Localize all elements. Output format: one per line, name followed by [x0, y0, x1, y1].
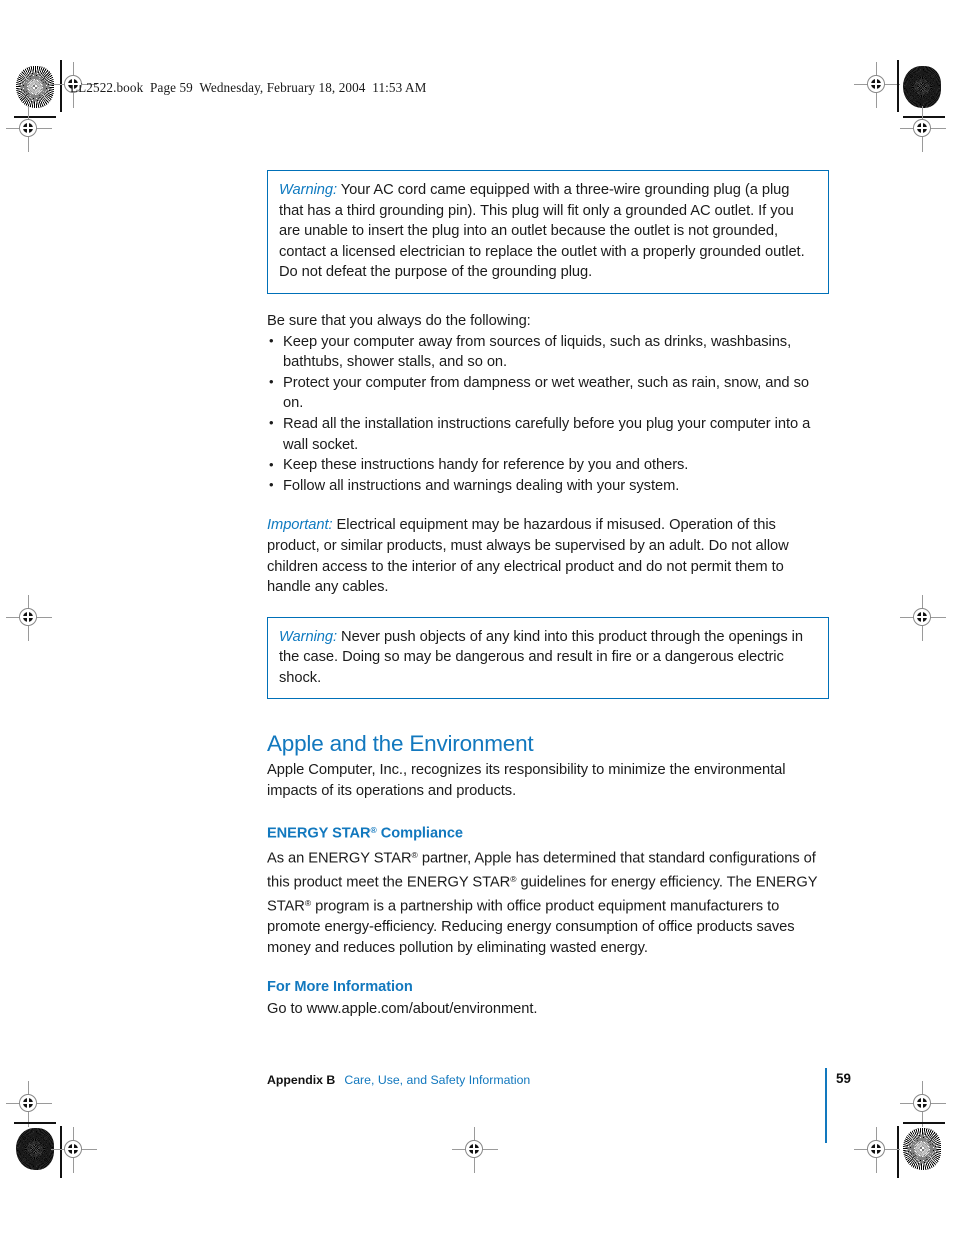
registration-target-bottom-center	[452, 1127, 498, 1173]
footer-divider-rule	[825, 1068, 827, 1143]
safety-bullet-list: Keep your computer away from sources of …	[267, 331, 829, 497]
rosette-mark-top-left	[16, 66, 54, 108]
list-item: Keep these instructions handy for refere…	[267, 455, 829, 476]
running-header: LL2522.book Page 59 Wednesday, February …	[70, 80, 427, 95]
rosette-mark-bottom-left	[16, 1128, 54, 1170]
footer-appendix-label: Appendix B	[267, 1073, 336, 1087]
registration-target-top-right-inner	[854, 62, 900, 108]
list-item: Read all the installation instructions c…	[267, 413, 829, 455]
more-information-heading: For More Information	[267, 978, 413, 995]
energy-star-heading-tail: Compliance	[376, 825, 464, 842]
trim-line-left-lower	[14, 1122, 56, 1124]
warning-label: Warning:	[279, 628, 338, 645]
important-text: Electrical equipment may be hazardous if…	[267, 517, 789, 596]
content-column: Warning: Your AC cord came equipped with…	[267, 170, 829, 1019]
registration-target-left-upper	[6, 106, 52, 152]
page-footer: Appendix B Care, Use, and Safety Informat…	[267, 1072, 829, 1088]
page-number: 59	[836, 1071, 851, 1086]
registration-target-right-upper	[900, 106, 946, 152]
energy-star-heading: ENERGY STAR® Compliance	[267, 820, 829, 844]
energy-star-text-1: As an ENERGY STAR	[267, 850, 412, 867]
page-title: Apple and the Environment	[267, 731, 534, 757]
warning-box-grounding-plug: Warning: Your AC cord came equipped with…	[267, 170, 829, 294]
energy-star-heading-main: ENERGY STAR	[267, 825, 371, 842]
warning-box-openings: Warning: Never push objects of any kind …	[267, 616, 829, 700]
registration-target-right-lower	[900, 1081, 946, 1127]
warning-paragraph: Warning: Never push objects of any kind …	[279, 627, 817, 689]
list-item: Protect your computer from dampness or w…	[267, 372, 829, 414]
rosette-mark-top-right	[903, 66, 941, 108]
registration-target-right-middle	[900, 595, 946, 641]
registration-target-left-middle	[6, 595, 52, 641]
more-information-paragraph: Go to www.apple.com/about/environment.	[267, 1000, 538, 1017]
registration-target-bottom-right-inner	[854, 1127, 900, 1173]
important-paragraph: Important: Electrical equipment may be h…	[267, 515, 829, 597]
document-page: LL2522.book Page 59 Wednesday, February …	[0, 0, 954, 1235]
registration-target-bottom-left-inner	[51, 1127, 97, 1173]
warning-paragraph: Warning: Your AC cord came equipped with…	[279, 180, 817, 283]
important-label: Important:	[267, 517, 333, 534]
trim-line-bottom-right-vertical	[897, 1126, 899, 1178]
energy-star-paragraph: As an ENERGY STAR® partner, Apple has de…	[267, 845, 829, 958]
energy-star-text-4: program is a partnership with office pro…	[267, 898, 795, 957]
warning-text: Never push objects of any kind into this…	[279, 628, 803, 686]
warning-text: Your AC cord came equipped with a three-…	[279, 182, 805, 281]
environment-intro-paragraph: Apple Computer, Inc., recognizes its res…	[267, 762, 786, 800]
list-item: Keep your computer away from sources of …	[267, 331, 829, 373]
registration-target-left-lower	[6, 1081, 52, 1127]
rosette-mark-bottom-right	[903, 1128, 941, 1170]
footer-chapter-title: Care, Use, and Safety Information	[344, 1073, 531, 1087]
trim-line-top-right-vertical	[897, 60, 899, 112]
warning-label: Warning:	[279, 182, 338, 198]
trim-line-right-lower	[903, 1122, 945, 1124]
list-item: Follow all instructions and warnings dea…	[267, 475, 829, 497]
bullet-list-intro: Be sure that you always do the following…	[267, 312, 531, 329]
